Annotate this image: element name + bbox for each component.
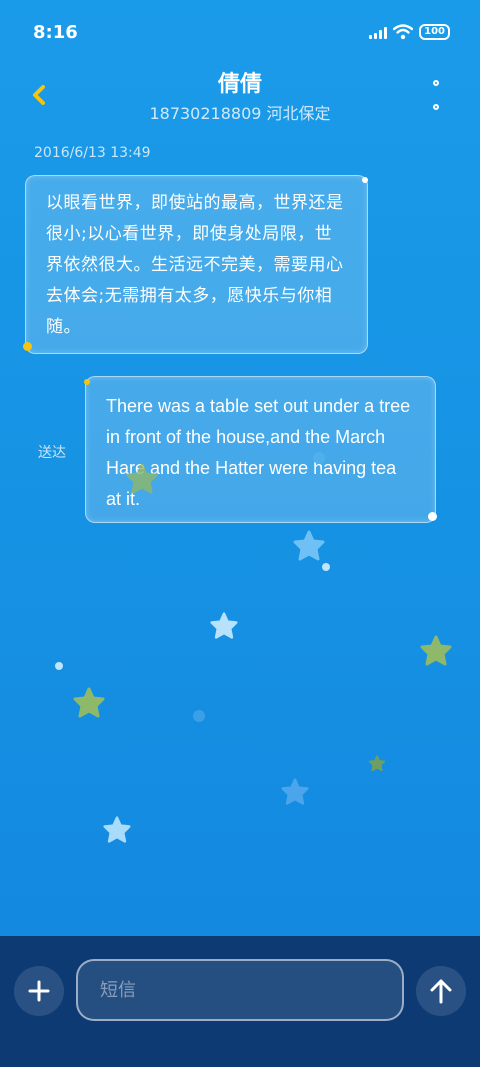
contact-name: 倩倩 [217,72,262,97]
message-timestamp: 2016/6/13 13:49 [34,145,151,161]
wifi-icon [393,24,414,40]
star-decoration-icon [210,612,238,639]
star-decoration-dot [322,563,330,571]
arrow-up-icon [430,979,452,1004]
contact-info: 18730218809 河北保定 [149,104,331,123]
sent-message-bubble[interactable]: There was a table set out under a tree i… [85,376,436,523]
star-decoration-icon [281,778,309,805]
star-decoration-icon [420,635,452,666]
battery-indicator: 100 [419,24,450,40]
delivery-status: 送达 [38,445,66,461]
bubble-sparkle [23,342,32,351]
status-bar: 8:16 100 [0,0,480,60]
send-button[interactable] [416,966,466,1016]
bubble-sparkle [362,177,368,183]
signal-icon [369,25,388,39]
plus-icon [28,980,50,1002]
message-input[interactable] [76,959,404,1021]
bubble-sparkle [84,379,90,385]
star-decoration-icon [126,463,158,494]
star-decoration-dot [313,452,325,464]
bubble-sparkle [428,512,437,521]
status-icons: 100 [369,24,450,40]
star-decoration-icon [368,755,386,772]
star-decoration-icon [73,687,105,718]
star-decoration-icon [293,530,325,561]
received-message-bubble[interactable]: 以眼看世界，即使站的最高，世界还是很小;以心看世界，即使身处局限，世界依然很大。… [25,175,368,354]
add-attachment-button[interactable] [14,966,64,1016]
star-decoration-dot [193,710,205,722]
more-vertical-icon [433,80,439,86]
status-time: 8:16 [33,22,78,43]
more-options-button[interactable] [428,80,444,110]
star-decoration-dot [55,662,63,670]
received-message-text: 以眼看世界，即使站的最高，世界还是很小;以心看世界，即使身处局限，世界依然很大。… [46,193,344,337]
star-decoration-icon [103,816,131,843]
